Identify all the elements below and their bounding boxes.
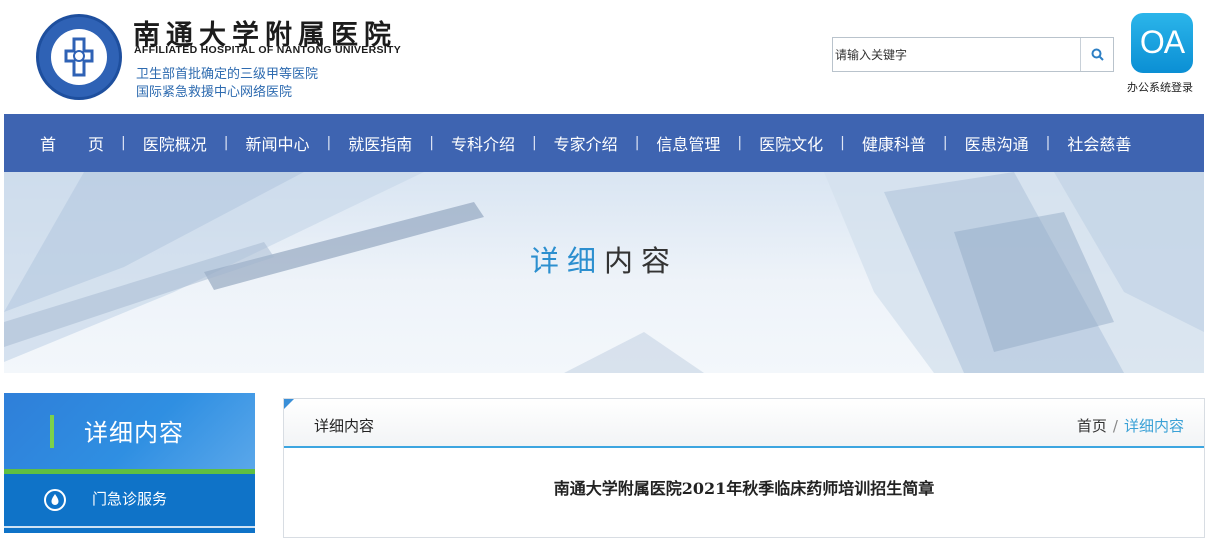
nav-item-health[interactable]: 健康科普 [862, 131, 926, 155]
sidebar-heading: 详细内容 [84, 419, 184, 447]
nav-item-experts[interactable]: 专家介绍 [554, 131, 618, 155]
sidebar-item-emergency-service[interactable]: 门急诊服务 [4, 474, 255, 526]
nav-item-charity[interactable]: 社会慈善 [1067, 131, 1131, 155]
nav-item-about[interactable]: 医院概况 [143, 131, 207, 155]
sidebar-next-item [4, 526, 255, 533]
nav-item-info[interactable]: 信息管理 [656, 131, 720, 155]
corner-decoration [284, 399, 294, 409]
search-icon [1091, 48, 1104, 61]
nav-separator: | [1045, 135, 1051, 151]
sidebar-heading-bar [50, 415, 54, 448]
search-input[interactable] [833, 38, 1081, 71]
article-title: 南通大学附属医院2021年秋季临床药师培训招生简章 [553, 479, 935, 498]
nav-separator: | [121, 135, 126, 151]
breadcrumb-separator: / [1112, 417, 1118, 435]
breadcrumb-current[interactable]: 详细内容 [1124, 417, 1184, 435]
hospital-name-en: AFFILIATED HOSPITAL OF NANTONG UNIVERSIT… [134, 44, 402, 56]
breadcrumb-home[interactable]: 首页 [1077, 417, 1107, 435]
hospital-logo[interactable] [36, 14, 122, 100]
main-nav: 首 页 | 医院概况 | 新闻中心 | 就医指南 | 专科介绍 | 专家介绍 |… [4, 114, 1204, 172]
oa-login-link[interactable]: 办公系统登录 [1127, 79, 1193, 95]
oa-system-icon[interactable]: OA [1131, 13, 1193, 73]
nav-item-guide[interactable]: 就医指南 [348, 131, 412, 155]
nav-separator: | [840, 135, 845, 151]
nav-separator: | [531, 135, 537, 151]
section-title: 详细内容 [314, 417, 375, 435]
search-button[interactable] [1080, 38, 1113, 71]
banner-title: 详细内容 [4, 238, 1204, 280]
nav-separator: | [634, 135, 640, 151]
content-header: 详细内容 首页 / 详细内容 [284, 399, 1204, 448]
nav-separator: | [223, 135, 229, 151]
breadcrumb: 首页 / 详细内容 [1077, 415, 1184, 436]
nav-item-communication[interactable]: 医患沟通 [965, 131, 1029, 155]
site-header: 南通大学附属医院 AFFILIATED HOSPITAL OF NANTONG … [0, 0, 1208, 114]
nav-separator: | [942, 135, 948, 151]
nav-item-culture[interactable]: 医院文化 [759, 131, 823, 155]
banner-title-part1: 详细 [529, 244, 604, 278]
banner-title-part2: 内容 [604, 244, 679, 278]
nav-item-home[interactable]: 首 页 [40, 131, 104, 155]
nav-separator: | [737, 135, 743, 151]
drop-icon [44, 489, 66, 511]
content-panel: 详细内容 首页 / 详细内容 南通大学附属医院2021年秋季临床药师培训招生简章 [283, 398, 1205, 538]
logo-cross-icon [64, 37, 94, 77]
nav-separator: | [326, 135, 332, 151]
page-banner: 详细内容 [4, 172, 1204, 373]
sidebar-item-label: 门急诊服务 [92, 490, 168, 508]
sidebar-heading-box: 详细内容 [4, 393, 255, 469]
nav-item-departments[interactable]: 专科介绍 [451, 131, 515, 155]
search-box [832, 37, 1114, 72]
hospital-tagline-2: 国际紧急救援中心网络医院 [136, 85, 293, 100]
hospital-tagline-1: 卫生部首批确定的三级甲等医院 [136, 67, 319, 82]
nav-item-news[interactable]: 新闻中心 [245, 131, 309, 155]
nav-separator: | [429, 135, 434, 151]
